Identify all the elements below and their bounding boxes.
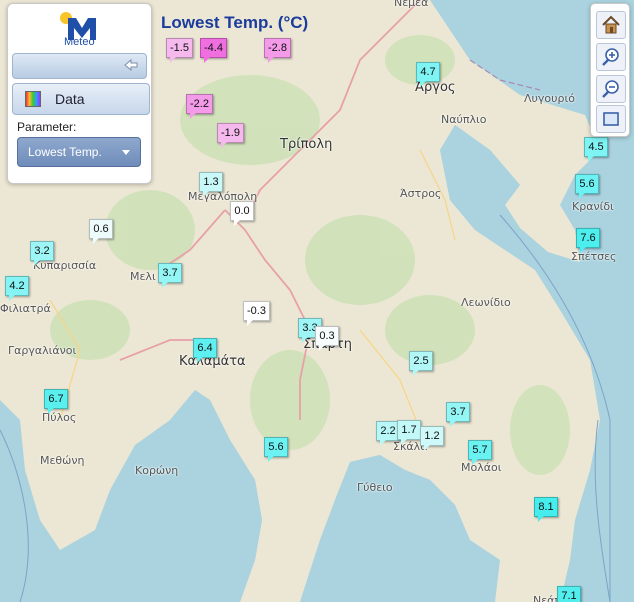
chevron-down-icon [122, 150, 130, 155]
place-label: Σπέτσες [571, 250, 617, 263]
home-button[interactable] [596, 11, 626, 39]
station-marker[interactable]: 1.3 [199, 172, 223, 197]
place-label: Μεθώνη [40, 454, 85, 467]
station-marker[interactable]: 0.6 [89, 219, 113, 244]
station-marker[interactable]: -2.8 [264, 38, 291, 63]
place-label: Γύθειο [357, 481, 393, 494]
station-marker[interactable]: 3.7 [158, 263, 182, 288]
data-button-label: Data [55, 91, 85, 107]
station-marker[interactable]: 4.2 [5, 276, 29, 301]
place-label: Κρανίδι [572, 200, 614, 213]
station-marker[interactable]: 4.7 [416, 62, 440, 87]
full-extent-icon [603, 112, 619, 126]
station-marker[interactable]: -2.2 [186, 94, 213, 119]
station-marker[interactable]: 0.0 [230, 201, 254, 226]
station-marker[interactable]: 2.5 [409, 351, 433, 376]
place-label: Νεμέα [394, 0, 429, 9]
station-marker[interactable]: 7.6 [576, 228, 600, 253]
place-label: Γαργαλιάνοι [8, 344, 77, 357]
zoom-out-icon [602, 80, 619, 98]
station-marker[interactable]: 3.7 [446, 402, 470, 427]
data-button[interactable]: Data [12, 83, 150, 115]
parameter-value: Lowest Temp. [28, 145, 102, 159]
station-marker[interactable]: 6.4 [193, 338, 217, 363]
map-toolbar [590, 3, 630, 137]
zoom-in-button[interactable] [596, 43, 626, 71]
parameter-label: Parameter: [17, 120, 77, 134]
place-label: Λυγουριό [524, 92, 575, 105]
collapse-bar[interactable] [12, 53, 147, 79]
place-label: Άστρος [400, 187, 442, 200]
place-label: Λεωνίδιο [461, 296, 511, 309]
place-label: Μελι [130, 270, 156, 283]
station-marker[interactable]: -1.5 [166, 38, 193, 63]
home-icon [602, 15, 620, 34]
logo-text: Meteo [64, 36, 95, 48]
place-label: Μολάοι [461, 461, 502, 474]
map-canvas[interactable]: Νεμέα Άργος Λυγουριό Ναύπλιο Τρίπολη Άστ… [0, 0, 634, 602]
station-marker[interactable]: 0.3 [315, 326, 339, 351]
full-extent-button[interactable] [596, 105, 626, 133]
station-marker[interactable]: 8.1 [534, 497, 558, 522]
station-marker[interactable]: 5.6 [575, 174, 599, 199]
zoom-in-icon [602, 48, 619, 66]
parameter-select[interactable]: Lowest Temp. [17, 137, 141, 167]
place-label: Τρίπολη [280, 137, 333, 152]
back-arrow-icon[interactable] [124, 59, 138, 71]
station-marker[interactable]: -4.4 [200, 38, 227, 63]
data-palette-icon [25, 91, 41, 107]
place-label: Κορώνη [135, 464, 179, 477]
station-marker[interactable]: -0.3 [243, 301, 270, 326]
station-marker[interactable]: 7.1 [557, 586, 581, 602]
place-label: Ναύπλιο [441, 113, 487, 126]
station-marker[interactable]: -1.9 [217, 123, 244, 148]
station-marker[interactable]: 1.2 [420, 426, 444, 451]
control-panel: Meteo Data Parameter: Lowest Temp. [7, 3, 152, 184]
station-marker[interactable]: 1.7 [397, 420, 421, 445]
station-marker[interactable]: 6.7 [44, 389, 68, 414]
place-label: Φιλιατρά [0, 302, 51, 315]
station-marker[interactable]: 4.5 [584, 137, 608, 162]
station-marker[interactable]: 5.6 [264, 437, 288, 462]
station-marker[interactable]: 3.2 [30, 241, 54, 266]
map-title: Lowest Temp. (°C) [161, 13, 309, 32]
zoom-out-button[interactable] [596, 75, 626, 103]
station-marker[interactable]: 5.7 [468, 440, 492, 465]
